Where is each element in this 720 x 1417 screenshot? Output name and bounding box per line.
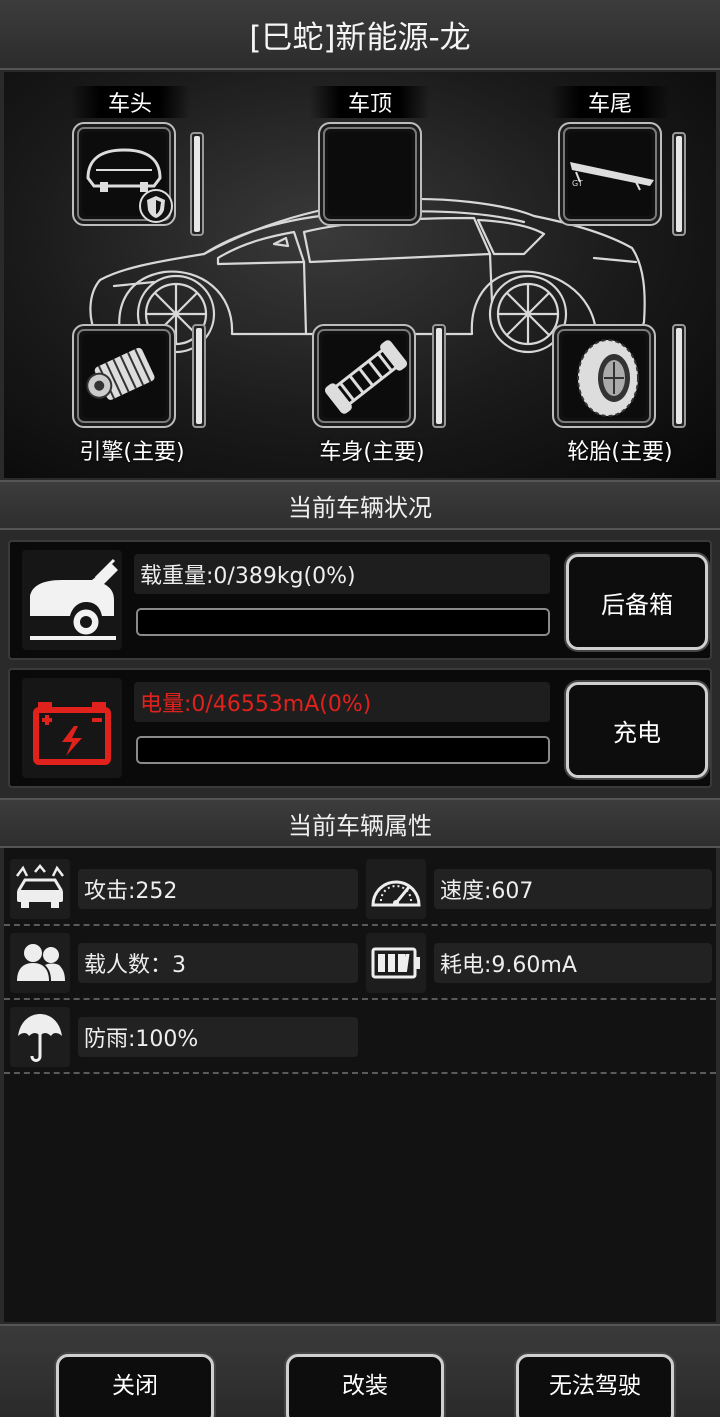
speed-text: 速度:607	[434, 869, 712, 909]
empty-slot-icon	[328, 132, 412, 216]
slot-engine-durability-bar	[192, 324, 206, 428]
umbrella-icon	[10, 1007, 70, 1067]
engine-icon	[86, 347, 155, 400]
slot-tire-box[interactable]	[552, 324, 656, 428]
people-icon	[10, 933, 70, 993]
durability-fill	[436, 328, 442, 424]
status-section-header: 当前车辆状况	[0, 480, 720, 530]
slot-roof[interactable]: 车顶	[310, 84, 450, 234]
charge-button[interactable]: 充电	[566, 682, 708, 778]
load-progress-bar	[136, 608, 550, 636]
slot-tire[interactable]: 轮胎(主要)	[544, 322, 704, 472]
rainproof-text: 防雨:100%	[78, 1017, 358, 1057]
footer-bar: 关闭 改装 无法驾驶	[0, 1324, 720, 1417]
durability-fill	[676, 136, 682, 232]
attack-text: 攻击:252	[78, 869, 358, 909]
power-status-text: 电量:0/46553mA(0%)	[134, 682, 550, 722]
durability-fill	[196, 328, 202, 424]
cannot-drive-button[interactable]: 无法驾驶	[516, 1354, 674, 1417]
slot-rear-label: 车尾	[550, 86, 670, 118]
car-attack-icon	[10, 859, 70, 919]
slot-body-box[interactable]	[312, 324, 416, 428]
power-progress-bar	[136, 736, 550, 764]
page-title: [巳蛇]新能源-龙	[0, 0, 720, 70]
slot-engine-label: 引擎(主要)	[79, 440, 185, 465]
attr-row: 攻击:252 速度:607	[4, 852, 716, 926]
trunk-button[interactable]: 后备箱	[566, 554, 708, 650]
slot-front[interactable]: 车头	[70, 84, 210, 236]
slot-rear[interactable]: 车尾 GT	[550, 84, 700, 236]
attributes-panel: 攻击:252 速度:607 载人数：3 耗电:9.60mA 防雨:100%	[4, 848, 716, 1322]
slot-engine[interactable]: 引擎(主要)	[64, 322, 214, 472]
slot-tire-label: 轮胎(主要)	[567, 440, 673, 465]
chassis-icon	[324, 340, 408, 414]
slot-roof-label: 车顶	[310, 86, 430, 118]
car-trunk-icon	[22, 550, 122, 650]
modify-button[interactable]: 改装	[286, 1354, 444, 1417]
slot-body[interactable]: 车身(主要)	[304, 322, 454, 472]
attributes-section-header: 当前车辆属性	[0, 798, 720, 848]
svg-text:GT: GT	[572, 179, 583, 188]
slot-front-durability-bar	[190, 132, 204, 236]
attr-row: 载人数：3 耗电:9.60mA	[4, 926, 716, 1000]
durability-fill	[676, 328, 682, 424]
slot-engine-box[interactable]	[72, 324, 176, 428]
slot-front-label: 车头	[70, 86, 190, 118]
slot-roof-box[interactable]	[318, 122, 422, 226]
slot-body-label: 车身(主要)	[319, 440, 425, 465]
consumption-text: 耗电:9.60mA	[434, 943, 712, 983]
speedometer-icon	[366, 859, 426, 919]
rear-spoiler-icon: GT	[570, 162, 654, 191]
shield-badge-icon	[139, 189, 173, 223]
load-panel: 载重量:0/389kg(0%) 后备箱	[8, 540, 712, 660]
power-panel: 电量:0/46553mA(0%) 充电	[8, 668, 712, 788]
slot-tire-durability-bar	[672, 324, 686, 428]
passengers-text: 载人数：3	[78, 943, 358, 983]
slot-body-durability-bar	[432, 324, 446, 428]
battery-level-icon	[366, 933, 426, 993]
tire-icon	[577, 339, 639, 417]
durability-fill	[194, 136, 200, 232]
close-button[interactable]: 关闭	[56, 1354, 214, 1417]
slot-rear-durability-bar	[672, 132, 686, 236]
slot-front-box[interactable]	[72, 122, 176, 226]
battery-icon	[22, 678, 122, 778]
load-status-text: 载重量:0/389kg(0%)	[134, 554, 550, 594]
slot-rear-box[interactable]: GT	[558, 122, 662, 226]
attr-row: 防雨:100%	[4, 1000, 716, 1074]
car-garage-view: 车头 车顶 车尾 GT 引擎(主要) 车身(主要) 轮胎(主要)	[4, 72, 716, 478]
